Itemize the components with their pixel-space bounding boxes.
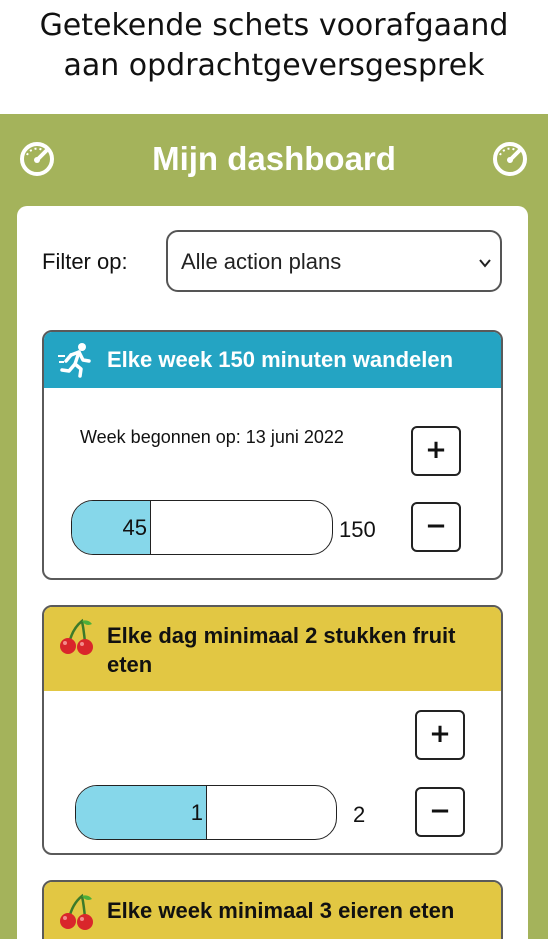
progress-target: 150 [339, 517, 376, 542]
plan-header: Elke dag minimaal 2 stukken fruit eten [44, 607, 501, 691]
action-plan-card: Elke dag minimaal 2 stukken fruit eten +… [42, 605, 503, 855]
filter-selected-value: Alle action plans [181, 249, 342, 274]
filter-label: Filter op: [42, 249, 128, 274]
plan-header: Elke week 150 minuten wandelen [44, 332, 501, 388]
app-header: Mijn dashboard [0, 114, 548, 206]
filter-select[interactable]: Alle action plans [166, 230, 502, 292]
cherries-icon [60, 618, 93, 655]
decrement-button[interactable]: − [411, 502, 461, 552]
progress-value: 45 [122, 515, 147, 540]
action-plan-card: Elke week 150 minuten wandelen Week bego… [42, 330, 503, 580]
progress-bar: 1 [75, 785, 337, 840]
plan-title: Elke week minimaal 3 eieren eten [107, 898, 455, 923]
action-plan-card: Elke week minimaal 3 eieren eten [42, 880, 503, 939]
plan-title: Elke week 150 minuten wandelen [107, 347, 454, 372]
page-title: Mijn dashboard [152, 140, 396, 177]
runner-icon [58, 343, 91, 378]
plan-header: Elke week minimaal 3 eieren eten [44, 882, 501, 939]
progress-value: 1 [190, 800, 203, 825]
increment-button[interactable]: + [411, 426, 461, 476]
cherries-icon [60, 893, 93, 930]
sketch-caption: Getekende schets voorafgaand aan opdrach… [0, 0, 548, 114]
chevron-down-icon [479, 259, 491, 268]
increment-button[interactable]: + [415, 710, 465, 760]
progress-bar: 45 [71, 500, 333, 555]
caption-line-1: Getekende schets voorafgaand [39, 8, 509, 43]
progress-target: 2 [353, 802, 366, 827]
gauge-icon[interactable] [491, 140, 529, 178]
caption-line-2: aan opdrachtgeversgesprek [63, 48, 485, 83]
decrement-button[interactable]: − [415, 787, 465, 837]
week-started-label: Week begonnen op: 13 juni 2022 [80, 427, 344, 447]
plan-title: Elke dag minimaal 2 stukken fruit eten [107, 623, 456, 677]
